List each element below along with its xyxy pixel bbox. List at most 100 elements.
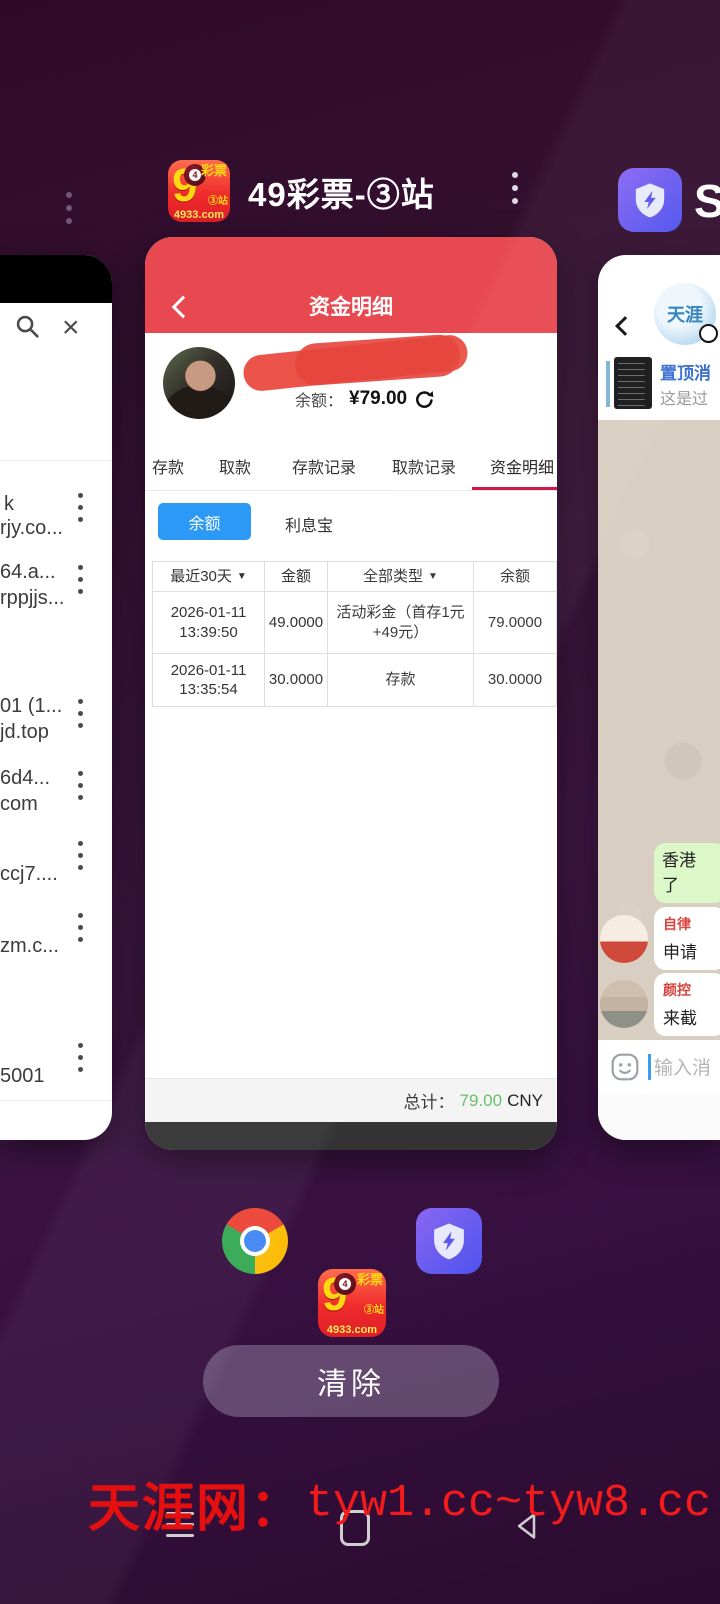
pinned-message-subtitle: 这是过 (660, 385, 708, 409)
smiley-icon[interactable] (610, 1052, 640, 1082)
amount-column-header: 金额 (265, 562, 328, 592)
item-menu-icon[interactable] (78, 841, 83, 870)
search-icon[interactable] (14, 313, 42, 341)
type-filter-dropdown[interactable]: 全部类型▼ (328, 562, 474, 592)
item-menu-icon[interactable] (78, 699, 83, 728)
cell-amount: 49.0000 (265, 592, 328, 654)
incoming-message-bubble: 颜控 来截 (654, 973, 720, 1036)
logo-badge (699, 324, 718, 343)
lottery-icon-chars: 彩票 (201, 164, 227, 178)
cell-balance: 30.0000 (474, 654, 557, 707)
list-item[interactable]: 64.a... (0, 561, 56, 584)
current-app-title: 49彩票-③站 (248, 168, 488, 216)
text-cursor (648, 1054, 651, 1080)
item-menu-icon[interactable] (78, 913, 83, 942)
balance-row: 余额： ¥79.00 (295, 387, 436, 411)
back-icon[interactable] (615, 316, 635, 336)
list-item[interactable]: com (0, 793, 38, 816)
message-text: 来截 (663, 1004, 717, 1029)
shield-glyph-icon (630, 180, 670, 220)
card-bottom-bar (145, 1122, 557, 1150)
date-filter-dropdown[interactable]: 最近30天▼ (153, 562, 265, 592)
refresh-icon[interactable] (413, 388, 436, 411)
item-menu-icon[interactable] (78, 1043, 83, 1072)
lottery-icon-station: ③站 (208, 192, 228, 207)
card-bottom-area (598, 1093, 720, 1140)
list-item[interactable]: 6d4... (0, 767, 50, 790)
balance-subtab-button[interactable]: 余额 (158, 503, 251, 540)
input-placeholder: 输入消 (654, 1053, 711, 1080)
table-row: 2026-01-1113:39:50 49.0000 活动彩金（首存1元+49元… (153, 592, 557, 654)
list-item[interactable]: jd.top (0, 721, 49, 744)
cell-balance: 79.0000 (474, 592, 557, 654)
incoming-message-bubble: 自律 申请 (654, 907, 720, 970)
list-item[interactable]: ccj7.... (0, 863, 58, 886)
tab-deposit-records[interactable]: 存款记录 (292, 454, 356, 478)
list-item[interactable]: 01 (1... (0, 695, 62, 718)
right-app-card[interactable]: 天涯 置顶消 这是过 香港了 自律 申请 颜控 来截 输入消 (598, 255, 720, 1140)
logo-text: 天涯 (667, 301, 703, 327)
close-icon[interactable]: × (62, 311, 80, 345)
item-menu-icon[interactable] (78, 771, 83, 800)
left-card-top-bar (0, 255, 112, 303)
funds-detail-card[interactable]: 资金明细 余额： ¥79.00 存款 取款 存款记录 取款记录 资金明细 余额 … (145, 237, 557, 1150)
divider (0, 1100, 112, 1101)
avatar[interactable] (600, 980, 648, 1028)
tab-funds-detail[interactable]: 资金明细 (490, 454, 554, 478)
total-currency: CNY (507, 1091, 543, 1111)
list-item[interactable]: rppjjs... (0, 587, 64, 610)
list-item[interactable]: k (4, 493, 14, 516)
shield-app-icon (618, 168, 682, 232)
chevron-down-icon: ▼ (237, 570, 247, 583)
balance-column-header: 余额 (474, 562, 557, 592)
right-app-title: S (694, 174, 720, 228)
message-input[interactable]: 输入消 (598, 1040, 720, 1093)
app-options-menu-icon[interactable] (512, 172, 518, 204)
outgoing-message-bubble: 香港了 (654, 843, 720, 903)
cell-amount: 30.0000 (265, 654, 328, 707)
watermark-site-name: 天涯网： (88, 1466, 304, 1541)
left-app-card[interactable]: × k rjy.co... 64.a... rppjjs... 01 (1...… (0, 255, 112, 1140)
prev-app-menu-icon[interactable] (66, 192, 72, 224)
list-item[interactable]: 5001 (0, 1065, 45, 1088)
item-menu-icon[interactable] (78, 493, 83, 522)
lottery-app-icon: 9 4 彩票 ③站 4933.com (168, 160, 230, 222)
username-scribble-mask (294, 333, 462, 386)
balance-value: ¥79.00 (349, 388, 407, 410)
balance-label: 余额： (295, 387, 343, 411)
avatar (163, 347, 235, 419)
pinned-message-title[interactable]: 置顶消 (660, 359, 711, 384)
list-item[interactable]: rjy.co... (0, 517, 63, 540)
page-header: 资金明细 (145, 237, 557, 333)
clear-all-button[interactable]: 清除 (203, 1345, 499, 1417)
chevron-down-icon: ▼ (428, 570, 438, 583)
lottery-icon-domain: 4933.com (168, 209, 230, 221)
cell-datetime: 2026-01-1113:35:54 (153, 654, 265, 707)
total-label: 总计： (404, 1088, 455, 1113)
total-value: 79.00 (460, 1091, 503, 1111)
funds-table: 最近30天▼ 金额 全部类型▼ 余额 2026-01-1113:39:50 49… (152, 561, 557, 707)
chat-group-logo: 天涯 (654, 283, 716, 345)
tab-bar: 存款 取款 存款记录 取款记录 资金明细 (145, 440, 557, 491)
avatar[interactable] (600, 915, 648, 963)
list-item[interactable]: zm.c... (0, 935, 59, 958)
active-tab-underline (472, 487, 557, 490)
pinned-indicator-bar (606, 361, 610, 407)
cell-type: 活动彩金（首存1元+49元） (328, 592, 474, 654)
shield-app-dock-icon[interactable] (416, 1208, 482, 1274)
tab-withdraw-records[interactable]: 取款记录 (392, 454, 456, 478)
total-bar: 总计： 79.00 CNY (145, 1078, 557, 1122)
chrome-icon[interactable] (222, 1208, 288, 1274)
item-menu-icon[interactable] (78, 565, 83, 594)
interest-subtab[interactable]: 利息宝 (285, 512, 333, 536)
cell-datetime: 2026-01-1113:39:50 (153, 592, 265, 654)
tab-deposit[interactable]: 存款 (152, 454, 184, 478)
message-text: 申请 (663, 938, 717, 963)
table-row: 2026-01-1113:35:54 30.0000 存款 30.0000 (153, 654, 557, 707)
lottery-app-dock-icon[interactable]: 9 4 彩票 ③站 4933.com (318, 1269, 386, 1337)
cell-type: 存款 (328, 654, 474, 707)
tab-withdraw[interactable]: 取款 (219, 454, 251, 478)
billiard-ball-icon: 4 (334, 1273, 356, 1295)
divider (0, 460, 112, 461)
task-switcher-screen: 9 4 彩票 ③站 4933.com 49彩票-③站 S × k rjy.co.… (0, 0, 720, 1604)
